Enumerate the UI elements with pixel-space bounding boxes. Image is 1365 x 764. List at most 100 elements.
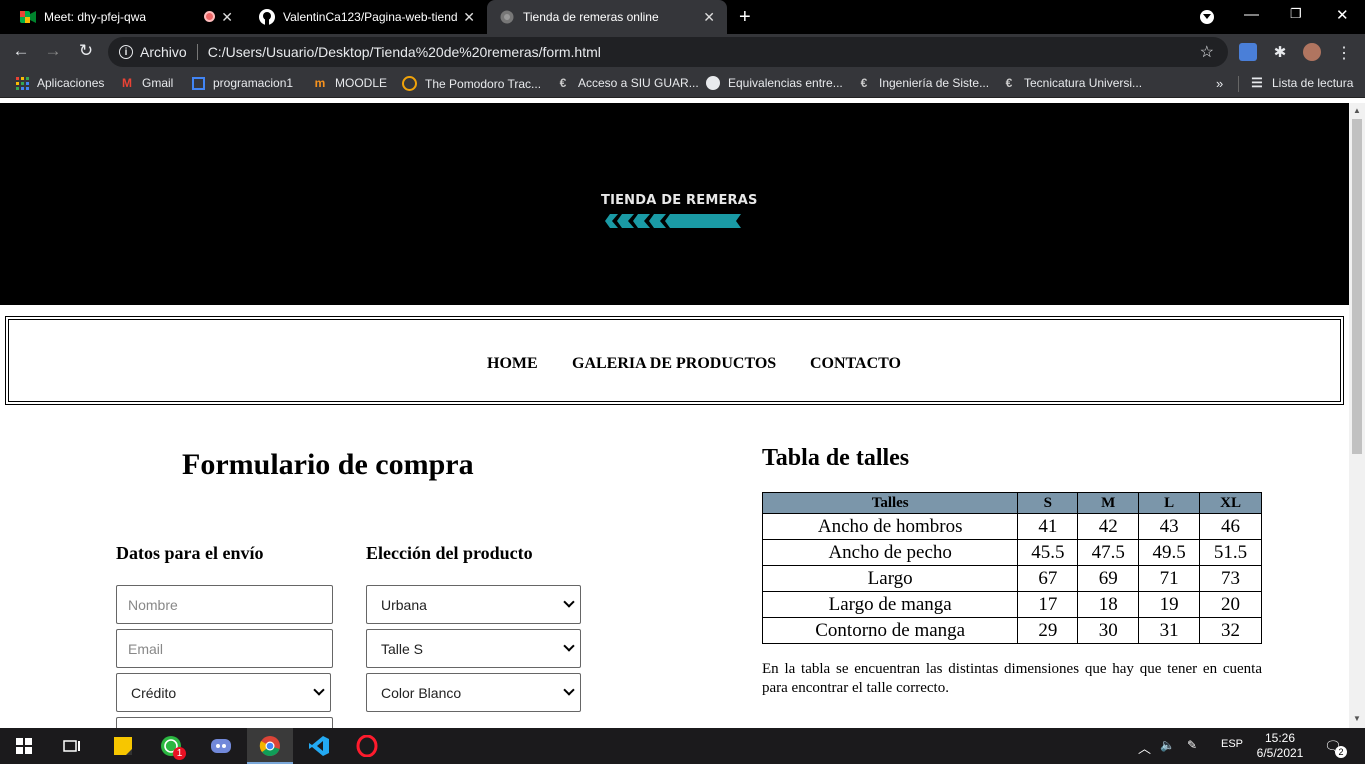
windows-start-icon[interactable] xyxy=(13,735,35,757)
column-header: XL xyxy=(1199,492,1262,514)
chevron-down-icon xyxy=(563,596,575,608)
notification-count: 2 xyxy=(1335,746,1347,758)
address-bar[interactable]: i Archivo C:/Users/Usuario/Desktop/Tiend… xyxy=(108,37,1228,67)
bookmark-label: Tecnicatura Universi... xyxy=(1024,76,1143,90)
size-select[interactable]: Talle S xyxy=(366,629,581,668)
bookmark-item[interactable]: € Tecnicatura Universi... xyxy=(1002,76,1142,90)
nav-home-link[interactable]: HOME xyxy=(487,355,538,373)
extensions-puzzle-icon[interactable]: ✱ xyxy=(1271,43,1289,61)
clock[interactable]: 15:26 6/5/2021 xyxy=(1256,731,1304,761)
language-indicator[interactable]: ESP xyxy=(1221,738,1243,750)
scrollbar-thumb[interactable] xyxy=(1352,119,1362,454)
opera-icon[interactable] xyxy=(356,735,378,757)
table-cell: 31 xyxy=(1138,617,1201,644)
style-select[interactable]: Urbana xyxy=(366,585,581,624)
bookmark-item[interactable]: € Ingeniería de Siste... xyxy=(857,76,989,90)
close-tab-icon[interactable]: ✕ xyxy=(703,9,715,26)
task-view-icon[interactable] xyxy=(61,735,83,757)
nav-gallery-link[interactable]: GALERIA DE PRODUCTOS xyxy=(572,355,776,373)
table-cell: 67 xyxy=(1017,565,1079,592)
avatar[interactable] xyxy=(1303,43,1321,61)
email-input[interactable]: Email xyxy=(116,629,333,668)
divider xyxy=(196,44,198,60)
chrome-icon[interactable] xyxy=(259,735,281,757)
restore-icon[interactable]: ❐ xyxy=(1290,6,1302,22)
discord-icon[interactable] xyxy=(210,735,232,757)
window-close-icon[interactable]: ✕ xyxy=(1336,6,1349,24)
bookmark-item[interactable]: m MOODLE xyxy=(313,76,387,90)
menu-kebab-icon[interactable]: ⋮ xyxy=(1335,43,1353,62)
info-icon[interactable]: i xyxy=(119,45,133,59)
more-bookmarks-button[interactable]: » xyxy=(1216,76,1223,91)
table-cell: 73 xyxy=(1199,565,1262,592)
globe-icon xyxy=(706,76,720,90)
notification-badge: 1 xyxy=(173,747,186,760)
table-cell: 32 xyxy=(1199,617,1262,644)
size-table: Talles S M L XL Ancho de hombros 41 42 4… xyxy=(761,492,1262,644)
extra-input[interactable] xyxy=(116,717,333,728)
bookmark-label: programacion1 xyxy=(213,76,294,90)
chevron-down-icon xyxy=(563,684,575,696)
payment-select[interactable]: Crédito xyxy=(116,673,331,712)
table-cell: 20 xyxy=(1199,591,1262,618)
tab-strip: Meet: dhy-pfej-qwa ✕ ValentinCa123/Pagin… xyxy=(0,0,1365,34)
forward-icon[interactable]: → xyxy=(42,41,64,61)
table-cell: Contorno de manga xyxy=(761,617,1019,644)
bookmark-item[interactable]: Aplicaciones xyxy=(15,76,104,90)
page-scrollbar[interactable]: ▲ ▼ xyxy=(1349,103,1365,728)
table-cell: 46 xyxy=(1199,513,1262,540)
google-translate-icon[interactable] xyxy=(1239,43,1257,61)
bookmark-label: Equivalencias entre... xyxy=(728,76,843,90)
reload-icon[interactable]: ↻ xyxy=(75,41,97,61)
bookmark-label: Aplicaciones xyxy=(37,76,105,90)
url-text: C:/Users/Usuario/Desktop/Tienda%20de%20r… xyxy=(207,44,601,60)
scheme-label: Archivo xyxy=(140,44,187,60)
table-row: Largo 67 69 71 73 xyxy=(761,565,1262,592)
table-cell: 49.5 xyxy=(1138,539,1201,566)
reading-list-button[interactable]: ☰ Lista de lectura xyxy=(1250,75,1353,90)
column-header: Talles xyxy=(761,492,1019,514)
minimize-icon[interactable]: — xyxy=(1244,6,1259,23)
product-heading: Elección del producto xyxy=(366,543,533,563)
chevron-down-icon xyxy=(563,640,575,652)
bookmark-item[interactable]: € Acceso a SIU GUAR... xyxy=(556,76,699,90)
tab-search-icon[interactable] xyxy=(1200,10,1214,24)
column-header: M xyxy=(1077,492,1140,514)
table-cell: 29 xyxy=(1017,617,1079,644)
name-input[interactable]: Nombre xyxy=(116,585,333,624)
bookmark-item[interactable]: programacion1 xyxy=(192,76,293,90)
bookmark-item[interactable]: Equivalencias entre... xyxy=(706,76,843,90)
siu-icon: € xyxy=(1005,76,1013,90)
tray-overflow-icon[interactable]: ︿ xyxy=(1138,738,1151,757)
close-tab-icon[interactable]: ✕ xyxy=(221,9,233,26)
pen-icon[interactable]: ✎ xyxy=(1187,738,1197,752)
vscode-icon[interactable] xyxy=(308,735,330,757)
siu-icon: € xyxy=(860,76,868,90)
classroom-icon xyxy=(192,76,205,90)
tab-github[interactable]: ValentinCa123/Pagina-web-tiend ✕ xyxy=(247,0,487,34)
sticky-notes-icon[interactable] xyxy=(112,735,134,757)
back-icon[interactable]: ← xyxy=(10,41,32,61)
table-cell: 19 xyxy=(1138,591,1201,618)
table-row: Largo de manga 17 18 19 20 xyxy=(761,591,1262,618)
tab-meet[interactable]: Meet: dhy-pfej-qwa ✕ xyxy=(0,0,245,34)
clock-date: 6/5/2021 xyxy=(1256,746,1304,760)
table-header-row: Talles S M L XL xyxy=(761,492,1262,514)
bookmark-item[interactable]: The Pomodoro Trac... xyxy=(402,76,541,91)
volume-icon[interactable]: 🔈 xyxy=(1160,738,1175,752)
bookmark-label: The Pomodoro Trac... xyxy=(425,76,542,91)
moodle-icon: m xyxy=(314,76,326,90)
nav-contact-link[interactable]: CONTACTO xyxy=(810,355,901,373)
tab-tienda[interactable]: Tienda de remeras online ✕ xyxy=(487,0,727,34)
logo-arrows-icon xyxy=(605,214,741,228)
bookmark-star-icon[interactable]: ☆ xyxy=(1200,42,1214,62)
close-tab-icon[interactable]: ✕ xyxy=(463,9,475,26)
form-title: Formulario de compra xyxy=(182,448,474,481)
table-cell: Largo de manga xyxy=(761,591,1019,618)
size-table-title: Tabla de talles xyxy=(762,445,910,471)
color-select[interactable]: Color Blanco xyxy=(366,673,581,712)
bookmark-item[interactable]: M Gmail xyxy=(120,76,173,90)
scroll-down-icon[interactable]: ▼ xyxy=(1353,714,1361,723)
scroll-up-icon[interactable]: ▲ xyxy=(1353,106,1361,115)
new-tab-button[interactable]: + xyxy=(739,6,751,29)
